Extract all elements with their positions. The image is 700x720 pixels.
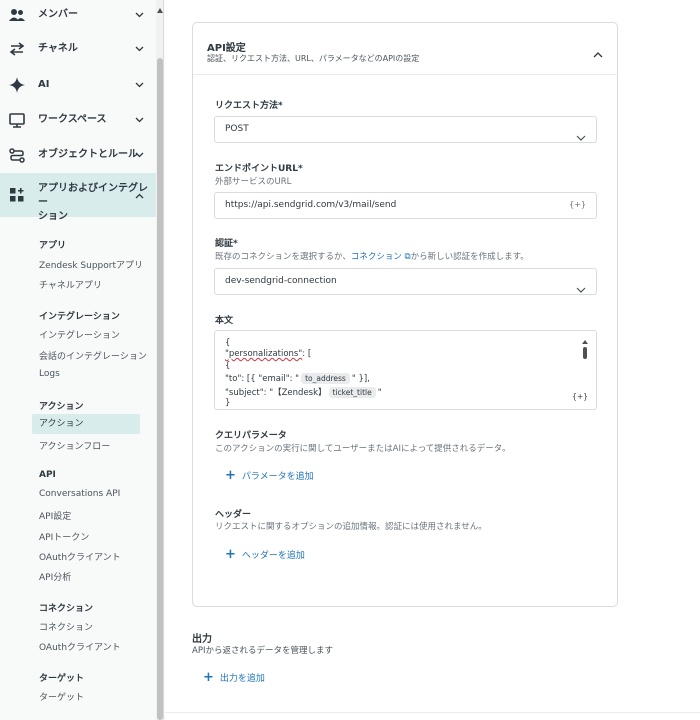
- sidebar-scrollbar[interactable]: [156, 0, 163, 720]
- query-params-hint: このアクションの実行に関してユーザーまたはAIによって提供されるデータ。: [215, 444, 511, 454]
- code-line: }: [225, 398, 231, 408]
- output-title: 出力: [192, 634, 212, 645]
- endpoint-label: エンドポイントURL*: [215, 164, 303, 174]
- variable-pill: ticket_title: [328, 387, 376, 398]
- card-header[interactable]: API設定 認証、リクエスト方法、URL、パラメータなどのAPIの設定: [193, 23, 617, 75]
- connections-link[interactable]: コネクション ⧉: [351, 252, 411, 262]
- endpoint-hint: 外部サービスのURL: [215, 177, 292, 187]
- nav-item-objects-rules[interactable]: オブジェクトとルール: [0, 146, 156, 164]
- insert-variable-icon[interactable]: {+}: [569, 200, 586, 209]
- chevron-down-icon: [576, 126, 586, 141]
- api-settings-card: API設定 認証、リクエスト方法、URL、パラメータなどのAPIの設定 リクエス…: [192, 22, 618, 607]
- scrollbar-thumb[interactable]: [157, 58, 163, 720]
- code-line: "personalizations": [: [225, 349, 312, 359]
- chevron-down-icon: [134, 44, 144, 54]
- sidebar-link-api-analytics[interactable]: API分析: [39, 570, 71, 583]
- monitor-icon: [8, 111, 26, 129]
- apps-grid-plus-icon: [8, 186, 26, 204]
- code-line: {: [225, 338, 231, 348]
- section-heading-apps: アプリ: [39, 241, 67, 251]
- sidebar-link-conversations-api[interactable]: Conversations API: [39, 489, 120, 499]
- auth-connection-select[interactable]: dev-sendgrid-connection: [214, 268, 597, 295]
- code-line: "to": [{ "email": " to_address " }],: [225, 373, 370, 384]
- endpoint-url-input[interactable]: https://api.sendgrid.com/v3/mail/send {+…: [214, 192, 597, 219]
- headers-label: ヘッダー: [215, 510, 252, 520]
- nav-item-ai[interactable]: AI: [0, 76, 156, 94]
- objects-rules-icon: [8, 146, 26, 164]
- card-title: API設定: [207, 43, 246, 54]
- plus-icon: +: [225, 467, 236, 483]
- query-params-label: クエリパラメータ: [215, 431, 287, 441]
- main-content: API設定 認証、リクエスト方法、URL、パラメータなどのAPIの設定 リクエス…: [165, 0, 700, 720]
- method-label: リクエスト方法*: [215, 101, 283, 111]
- chevron-down-icon: [134, 150, 144, 160]
- output-subtitle: APIから返されるデータを管理します: [192, 646, 333, 656]
- chevron-down-icon: [134, 115, 144, 125]
- nav-label: ワークスペース: [38, 114, 107, 125]
- sidebar-link-oauth-clients[interactable]: OAuthクライアント: [39, 550, 121, 563]
- sidebar-link-connections-oauth-clients[interactable]: OAuthクライアント: [39, 640, 121, 653]
- section-heading-actions: アクション: [39, 402, 84, 412]
- sidebar-link-action-flows[interactable]: アクションフロー: [39, 439, 110, 452]
- add-parameter-button[interactable]: + パラメータを追加: [225, 467, 314, 483]
- nav-label: オブジェクトとルール: [38, 149, 138, 160]
- nav-label: メンバー: [38, 9, 78, 20]
- sidebar-link-actions[interactable]: アクション: [32, 414, 140, 434]
- editor-scrollbar[interactable]: [582, 339, 588, 367]
- body-editor[interactable]: { "personalizations": [ { "to": [{ "emai…: [214, 330, 597, 410]
- plus-icon: +: [225, 546, 236, 562]
- section-heading-integrations: インテグレーション: [39, 312, 120, 322]
- nav-item-apps-integrations[interactable]: アプリおよびインテグレー ション: [0, 173, 156, 222]
- chevron-down-icon: [134, 80, 144, 90]
- method-value: POST: [225, 124, 249, 134]
- add-header-button[interactable]: + ヘッダーを追加: [225, 546, 305, 562]
- section-heading-targets: ターゲット: [39, 674, 85, 684]
- auth-label: 認証*: [215, 239, 238, 249]
- card-subtitle: 認証、リクエスト方法、URL、パラメータなどのAPIの設定: [207, 54, 420, 63]
- add-output-button[interactable]: + 出力を追加: [203, 669, 265, 685]
- divider: [165, 712, 700, 713]
- chevron-down-icon: [134, 10, 144, 20]
- variable-pill: to_address: [301, 373, 350, 384]
- sidebar-link-support-apps[interactable]: Zendesk Supportアプリ: [39, 258, 143, 271]
- nav-label: AI: [38, 79, 50, 90]
- code-line: "subject": "【Zendesk】 ticket_title ": [225, 387, 382, 398]
- sidebar-link-logs[interactable]: Logs: [39, 369, 60, 379]
- chevron-up-icon[interactable]: [593, 43, 603, 58]
- endpoint-url-value: https://api.sendgrid.com/v3/mail/send: [225, 200, 397, 210]
- code-line: {: [225, 361, 231, 371]
- method-select[interactable]: POST: [214, 116, 597, 143]
- auth-connection-value: dev-sendgrid-connection: [225, 276, 337, 286]
- chevron-up-icon: [134, 191, 144, 201]
- sidebar-link-conversation-integrations[interactable]: 会話のインテグレーション: [39, 349, 147, 362]
- people-icon: [8, 6, 26, 24]
- scroll-up-arrow-icon[interactable]: [157, 8, 163, 13]
- sidebar-link-integrations[interactable]: インテグレーション: [39, 328, 120, 341]
- sparkle-icon: [8, 76, 26, 94]
- body-label: 本文: [215, 316, 234, 326]
- section-heading-connections: コネクション: [39, 604, 94, 614]
- nav-item-channels[interactable]: チャネル: [0, 40, 156, 58]
- nav-label: アプリおよびインテグレー ション: [38, 183, 148, 222]
- sidebar-link-channel-apps[interactable]: チャネルアプリ: [39, 278, 102, 291]
- sidebar: メンバー チャネル AI ワークスペース オブジェクトとルール アプリおよびイン…: [0, 0, 164, 720]
- insert-variable-icon[interactable]: {+}: [572, 392, 588, 401]
- arrows-swap-icon: [8, 40, 26, 58]
- sidebar-link-api-settings[interactable]: API設定: [39, 509, 71, 522]
- auth-hint: 既存のコネクションを選択するか、コネクション ⧉から新しい認証を作成します。: [215, 252, 529, 262]
- nav-item-members[interactable]: メンバー: [0, 6, 156, 24]
- sidebar-link-connections[interactable]: コネクション: [39, 620, 93, 633]
- section-heading-api: API: [39, 470, 56, 480]
- nav-item-workspaces[interactable]: ワークスペース: [0, 111, 156, 129]
- plus-icon: +: [203, 669, 214, 685]
- sidebar-link-targets[interactable]: ターゲット: [39, 690, 84, 703]
- sidebar-link-api-tokens[interactable]: APIトークン: [39, 530, 89, 543]
- nav-label: チャネル: [38, 43, 78, 54]
- chevron-down-icon: [576, 278, 586, 293]
- headers-hint: リクエストに関するオプションの追加情報。認証には使用されません。: [215, 522, 487, 532]
